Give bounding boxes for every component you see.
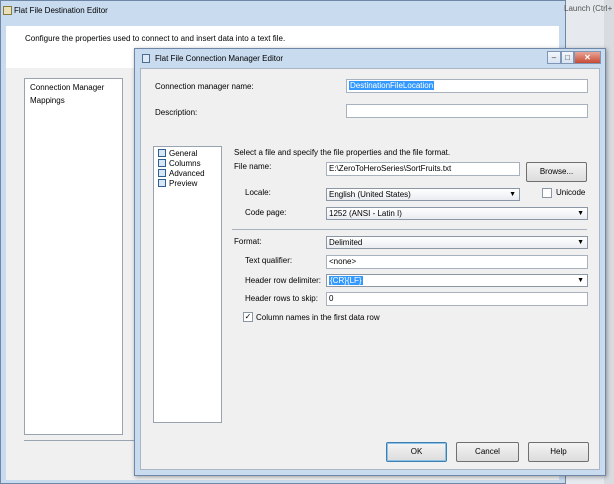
nav-item-label: Columns <box>169 159 201 168</box>
format-value: Delimited <box>329 238 363 247</box>
cancel-button[interactable]: Cancel <box>456 442 519 462</box>
description-label: Description: <box>155 108 198 117</box>
ok-button[interactable]: OK <box>386 442 447 462</box>
nav-item-label: Advanced <box>169 169 205 178</box>
file-name-field[interactable]: E:\ZeroToHeroSeries\SortFruits.txt <box>326 162 520 176</box>
outer-window-title: Flat File Destination Editor <box>14 6 108 15</box>
app-icon <box>3 6 12 15</box>
advanced-icon <box>158 169 166 177</box>
description-field[interactable] <box>346 104 588 118</box>
header-row-delimiter-label: Header row delimiter: <box>245 276 322 285</box>
nav-item-label: Preview <box>169 179 198 188</box>
outer-description: Configure the properties used to connect… <box>25 34 286 43</box>
format-label: Format: <box>234 237 262 246</box>
browse-button[interactable]: Browse... <box>526 162 587 182</box>
outer-nav-connection-manager[interactable]: Connection Manager <box>30 83 104 92</box>
chevron-down-icon: ▼ <box>577 239 584 246</box>
chevron-down-icon: ▼ <box>577 210 584 217</box>
connection-manager-name-value: DestinationFileLocation <box>349 81 435 90</box>
close-button[interactable]: ✕ <box>574 51 601 64</box>
text-qualifier-label: Text qualifier: <box>245 256 293 265</box>
maximize-button[interactable]: □ <box>561 51 574 64</box>
code-page-label: Code page: <box>245 208 287 217</box>
chevron-down-icon: ▼ <box>509 191 516 198</box>
nav-item-general[interactable]: General <box>158 149 197 159</box>
group-divider <box>232 229 587 230</box>
general-icon <box>158 149 166 157</box>
dialog-icon <box>142 54 150 63</box>
dialog-title: Flat File Connection Manager Editor <box>155 54 284 63</box>
header-row-delimiter-select[interactable]: {CR}{LF} ▼ <box>326 274 588 287</box>
checkmark-icon: ✓ <box>244 312 252 321</box>
connection-manager-name-field[interactable]: DestinationFileLocation <box>346 79 588 93</box>
code-page-select[interactable]: 1252 (ANSI - Latin I) ▼ <box>326 207 588 220</box>
minimize-button[interactable]: – <box>547 51 561 64</box>
text-qualifier-field[interactable]: <none> <box>326 255 588 269</box>
help-button[interactable]: Help <box>528 442 589 462</box>
column-names-label: Column names in the first data row <box>256 313 380 322</box>
outer-nav-list: Connection Manager Mappings <box>24 78 123 435</box>
quick-launch-label[interactable]: Launch (Ctrl+ <box>564 4 612 13</box>
preview-icon <box>158 179 166 187</box>
file-name-label: File name: <box>234 162 272 171</box>
nav-item-label: General <box>169 149 198 158</box>
code-page-value: 1252 (ANSI - Latin I) <box>329 209 402 218</box>
columns-icon <box>158 159 166 167</box>
nav-item-advanced[interactable]: Advanced <box>158 169 205 179</box>
nav-item-columns[interactable]: Columns <box>158 159 201 169</box>
outer-divider <box>24 440 142 441</box>
instructions-text: Select a file and specify the file prope… <box>234 148 451 157</box>
locale-value: English (United States) <box>329 190 411 199</box>
format-select[interactable]: Delimited ▼ <box>326 236 588 249</box>
header-rows-to-skip-field[interactable]: 0 <box>326 292 588 306</box>
column-names-checkbox[interactable]: ✓ <box>243 312 253 322</box>
header-rows-to-skip-label: Header rows to skip: <box>245 294 318 303</box>
connection-manager-name-label: Connection manager name: <box>155 82 254 91</box>
locale-select[interactable]: English (United States) ▼ <box>326 188 520 201</box>
dialog-nav-list: General Columns Advanced Preview <box>153 146 222 423</box>
chevron-down-icon: ▼ <box>577 277 584 284</box>
outer-nav-mappings[interactable]: Mappings <box>30 96 65 105</box>
locale-label: Locale: <box>245 188 271 197</box>
header-row-delimiter-value: {CR}{LF} <box>329 276 363 285</box>
unicode-label: Unicode <box>556 188 586 197</box>
nav-item-preview[interactable]: Preview <box>158 179 197 189</box>
unicode-checkbox[interactable] <box>542 188 552 198</box>
